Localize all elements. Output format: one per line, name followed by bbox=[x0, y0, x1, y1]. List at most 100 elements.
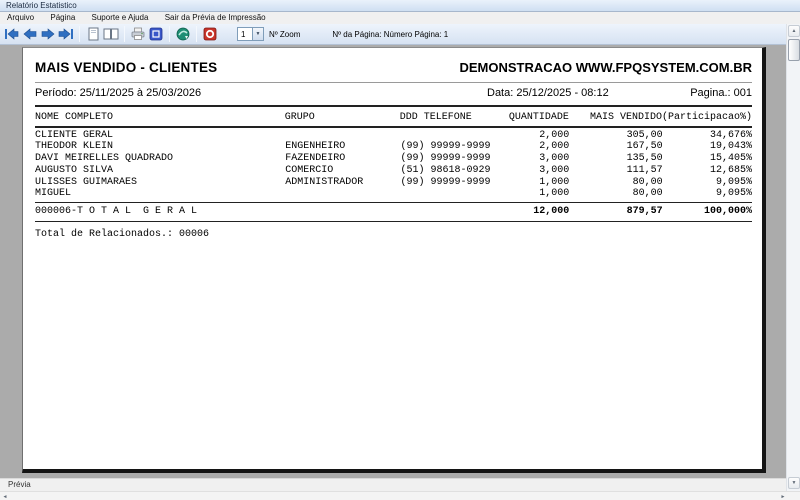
cell-share: 34,676% bbox=[709, 129, 752, 141]
report-company: DEMONSTRACAO WWW.FPQSYSTEM.COM.BR bbox=[459, 60, 753, 75]
scroll-up-icon[interactable]: ▲ bbox=[788, 25, 800, 37]
table-row: THEODOR KLEIN ENGENHEIRO (99) 99999-9999… bbox=[35, 141, 752, 153]
table-row: AUGUSTO SILVA COMERCIO (51) 98618-0929 3… bbox=[35, 165, 752, 177]
setup-icon bbox=[148, 26, 164, 42]
book-icon bbox=[103, 26, 119, 42]
cell-name: CLIENTE GERAL bbox=[35, 129, 114, 141]
total-sold: 879,57 bbox=[626, 205, 663, 217]
previous-page-button[interactable] bbox=[21, 26, 38, 43]
report-page-number: Pagina.: 001 bbox=[690, 87, 752, 99]
two-page-view-button[interactable] bbox=[102, 26, 119, 43]
menu-sair-previa[interactable]: Sair da Prévia de Impressão bbox=[158, 12, 273, 24]
cell-qty: 2,000 bbox=[539, 129, 570, 141]
scroll-down-icon[interactable]: ▼ bbox=[788, 477, 800, 489]
toolbar: 1 ▼ Nº Zoom Nº da Página: Número Página:… bbox=[0, 24, 786, 45]
toolbar-separator bbox=[196, 26, 197, 42]
cell-group: ADMINISTRADOR bbox=[285, 176, 364, 188]
table-row: ULISSES GUIMARAES ADMINISTRADOR (99) 999… bbox=[35, 177, 752, 189]
cell-phone bbox=[400, 188, 509, 200]
toolbar-separator bbox=[124, 26, 125, 42]
report-subheader: Período: 25/11/2025 à 25/03/2026 Data: 2… bbox=[35, 87, 752, 101]
first-page-button[interactable] bbox=[3, 26, 20, 43]
cell-share: 15,405% bbox=[709, 153, 752, 165]
cell-name: ULISSES GUIMARAES bbox=[35, 176, 138, 188]
window-title: Relatório Estatistico bbox=[6, 1, 77, 10]
exit-button[interactable] bbox=[201, 26, 218, 43]
printer-icon bbox=[130, 26, 146, 42]
report-header: MAIS VENDIDO - CLIENTES DEMONSTRACAO WWW… bbox=[35, 60, 752, 75]
last-page-button[interactable] bbox=[57, 26, 74, 43]
exit-icon bbox=[202, 26, 218, 42]
cell-sold: 111,57 bbox=[626, 164, 663, 176]
print-setup-button[interactable] bbox=[147, 26, 164, 43]
scroll-left-icon[interactable]: ◄ bbox=[0, 492, 10, 500]
cell-share: 19,043% bbox=[709, 141, 752, 153]
cell-group: COMERCIO bbox=[285, 164, 334, 176]
first-page-icon bbox=[4, 26, 20, 42]
preview-workspace: MAIS VENDIDO - CLIENTES DEMONSTRACAO WWW… bbox=[0, 45, 786, 478]
column-header-mais-vendido: MAIS VENDIDO bbox=[589, 112, 662, 123]
next-page-button[interactable] bbox=[39, 26, 56, 43]
zoom-select-value: 1 bbox=[241, 29, 246, 39]
last-page-icon bbox=[58, 26, 74, 42]
cell-share: 9,095% bbox=[715, 188, 752, 200]
total-row: 000006-T O T A L G E R A L 12,000 879,57… bbox=[35, 203, 752, 221]
print-button[interactable] bbox=[129, 26, 146, 43]
report-footer: Total de Relacionados.: 00006 bbox=[35, 228, 210, 240]
table-header-row: NOME COMPLETO GRUPO DDD TELEFONE QUANTID… bbox=[35, 112, 752, 124]
menu-bar: Arquivo Página Suporte e Ajuda Sair da P… bbox=[0, 12, 800, 24]
cell-qty: 1,000 bbox=[539, 176, 570, 188]
cell-share: 12,685% bbox=[709, 164, 752, 176]
cell-name: MIGUEL bbox=[35, 188, 72, 200]
cell-share: 9,095% bbox=[715, 176, 752, 188]
report-title: MAIS VENDIDO - CLIENTES bbox=[35, 60, 218, 75]
cell-name: DAVI MEIRELLES QUADRADO bbox=[35, 153, 174, 165]
scroll-right-icon[interactable]: ► bbox=[778, 492, 788, 500]
cell-sold: 135,50 bbox=[626, 153, 663, 165]
report-period: Período: 25/11/2025 à 25/03/2026 bbox=[35, 87, 202, 99]
divider bbox=[35, 125, 752, 128]
menu-arquivo[interactable]: Arquivo bbox=[0, 12, 41, 24]
scrollbar-thumb[interactable] bbox=[788, 39, 800, 61]
zoom-label: Nº Zoom bbox=[269, 29, 301, 39]
cell-phone: (51) 98618-0929 bbox=[400, 164, 491, 176]
vertical-scrollbar[interactable]: ▲ ▼ bbox=[786, 24, 800, 491]
divider bbox=[35, 82, 752, 83]
zoom-select[interactable]: 1 ▼ bbox=[237, 27, 264, 41]
cell-name: AUGUSTO SILVA bbox=[35, 164, 114, 176]
cell-phone: (99) 99999-9999 bbox=[400, 176, 491, 188]
report-date: Data: 25/12/2025 - 08:12 bbox=[487, 87, 609, 99]
previa-label: Prévia bbox=[8, 480, 31, 489]
divider bbox=[35, 105, 752, 107]
total-label: 000006-T O T A L G E R A L bbox=[35, 205, 198, 217]
divider bbox=[35, 220, 752, 222]
export-icon bbox=[175, 26, 191, 42]
table-body: CLIENTE GERAL 2,000 305,00 34,676% THEOD… bbox=[35, 130, 752, 200]
chevron-down-icon[interactable]: ▼ bbox=[252, 28, 263, 40]
cell-phone bbox=[400, 130, 509, 142]
column-header-nome: NOME COMPLETO bbox=[35, 112, 114, 123]
previous-page-icon bbox=[22, 26, 38, 42]
report-preview-window: Relatório Estatistico Arquivo Página Sup… bbox=[0, 0, 800, 500]
total-qty: 12,000 bbox=[533, 205, 570, 217]
table-row: DAVI MEIRELLES QUADRADO FAZENDEIRO (99) … bbox=[35, 153, 752, 165]
cell-qty: 2,000 bbox=[539, 141, 570, 153]
column-header-grupo: GRUPO bbox=[284, 112, 315, 123]
toolbar-separator bbox=[79, 26, 80, 42]
next-page-icon bbox=[40, 26, 56, 42]
horizontal-scrollbar[interactable]: ◄ ► bbox=[0, 491, 800, 500]
cell-group: ENGENHEIRO bbox=[285, 141, 346, 153]
report-page: MAIS VENDIDO - CLIENTES DEMONSTRACAO WWW… bbox=[22, 47, 766, 473]
toolbar-separator bbox=[169, 26, 170, 42]
status-bar: Prévia bbox=[0, 478, 786, 491]
cell-phone: (99) 99999-9999 bbox=[400, 153, 491, 165]
menu-pagina[interactable]: Página bbox=[43, 12, 82, 24]
cell-sold: 305,00 bbox=[626, 129, 663, 141]
export-button[interactable] bbox=[174, 26, 191, 43]
cell-qty: 3,000 bbox=[539, 153, 570, 165]
single-page-view-button[interactable] bbox=[84, 26, 101, 43]
cell-group: FAZENDEIRO bbox=[285, 153, 346, 165]
cell-qty: 1,000 bbox=[539, 188, 570, 200]
menu-suporte-ajuda[interactable]: Suporte e Ajuda bbox=[85, 12, 156, 24]
column-header-quantidade: QUANTIDADE bbox=[508, 112, 569, 123]
